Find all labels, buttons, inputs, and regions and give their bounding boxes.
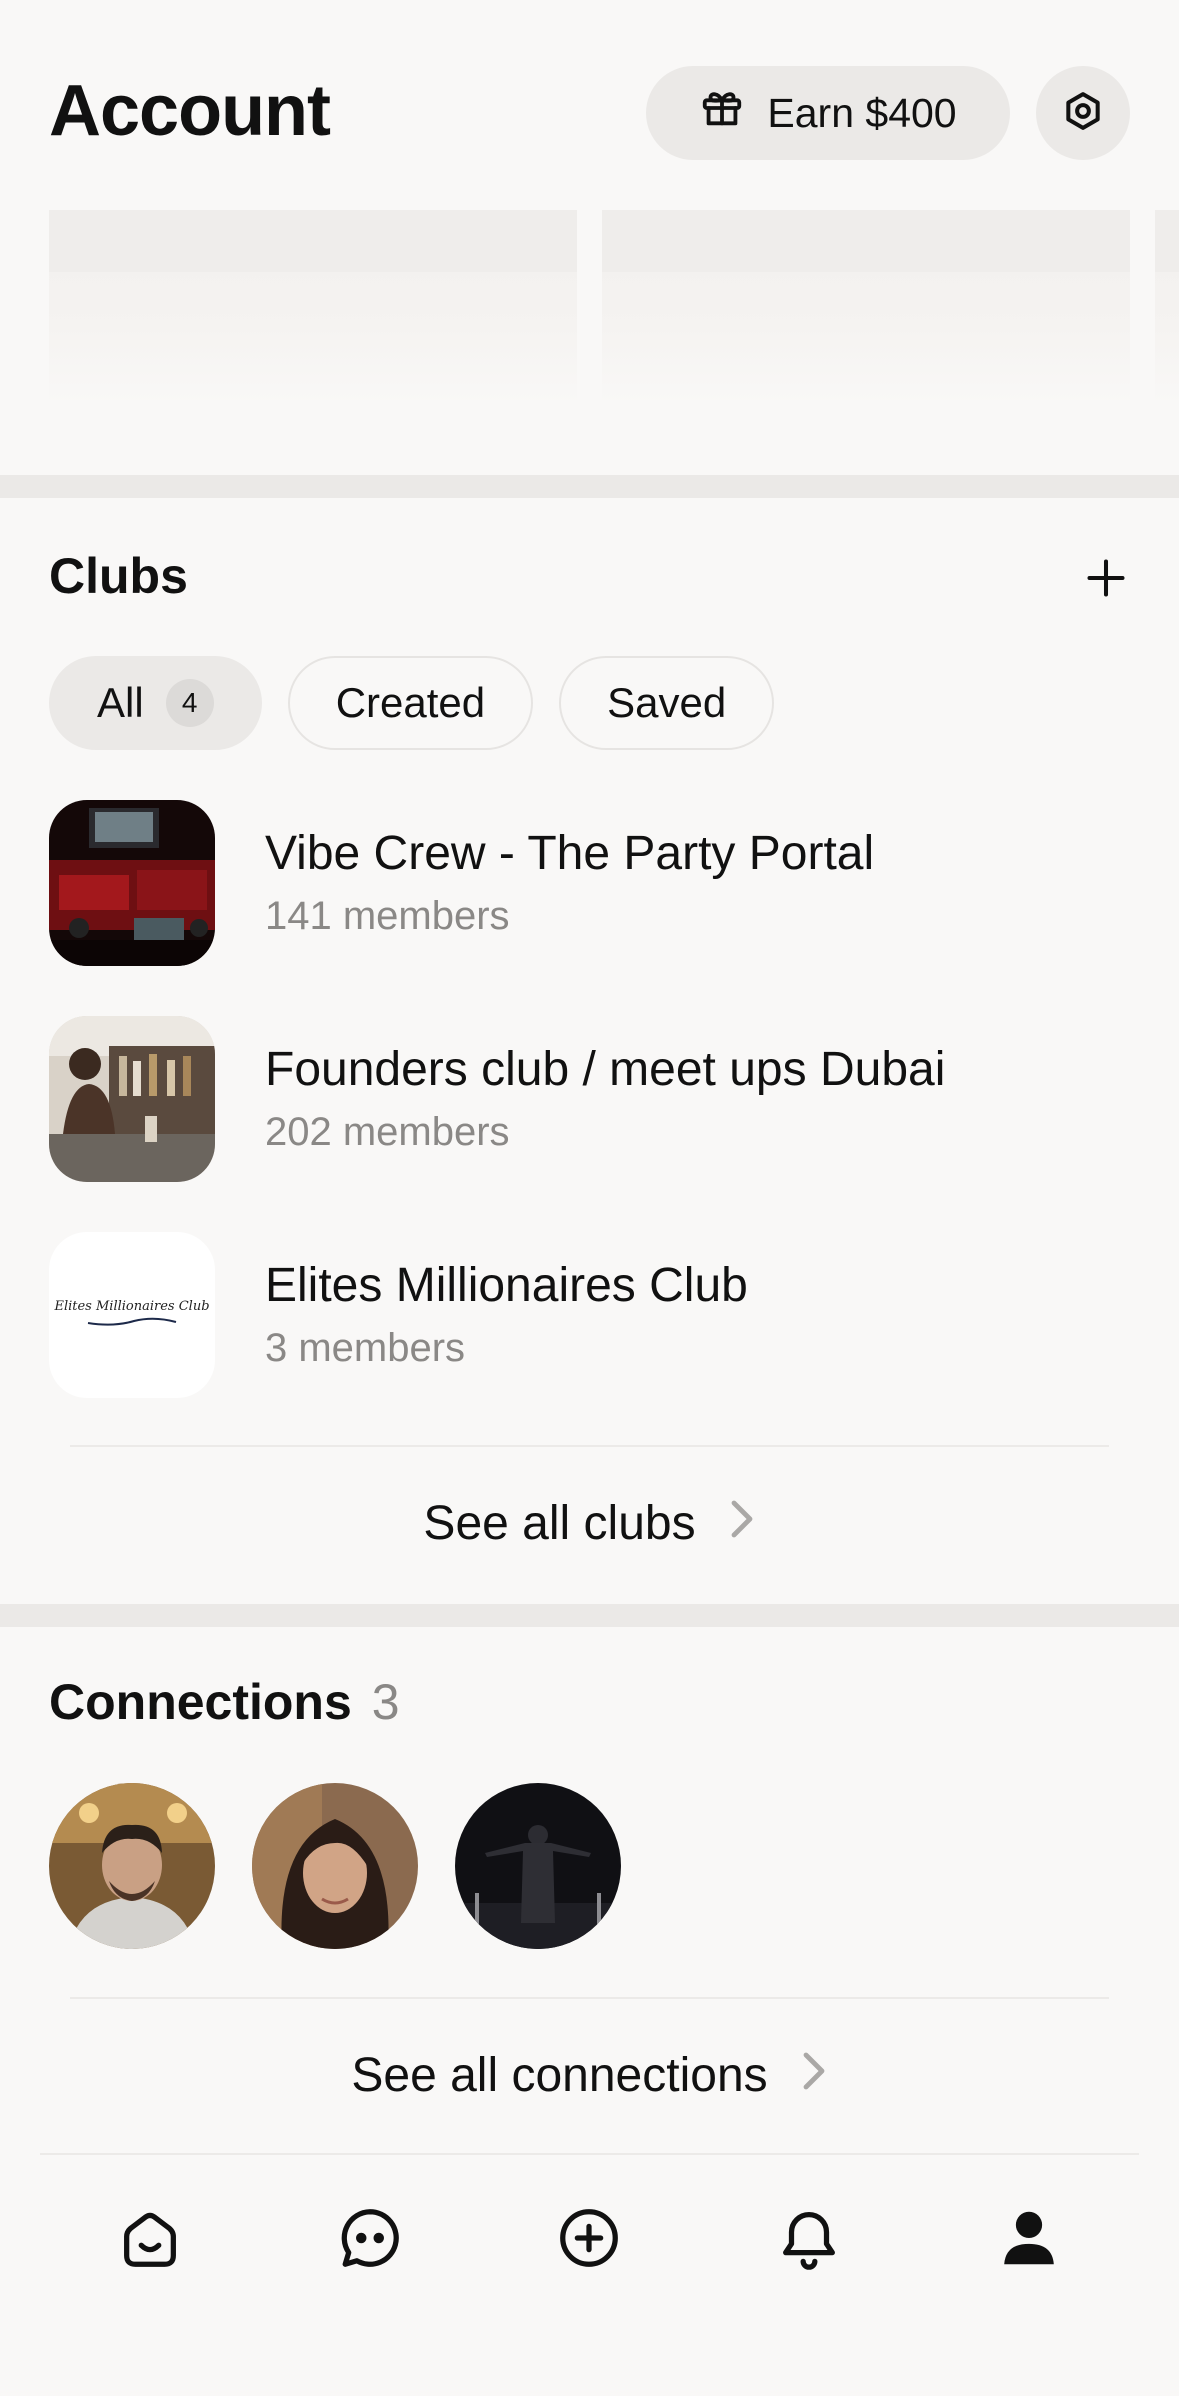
header: Account Earn $400 (0, 0, 1179, 210)
plus-icon (1084, 556, 1128, 605)
notifications-icon (774, 2203, 844, 2278)
club-filter-tabs: All 4 Created Saved (49, 656, 775, 750)
avatar[interactable] (455, 1783, 621, 1949)
club-logo: Elites Millionaires Club (49, 1232, 215, 1398)
club-list-item[interactable]: Elites Millionaires Club Elites Milliona… (49, 1232, 1139, 1402)
add-club-button[interactable] (1078, 552, 1134, 608)
bottom-tab-bar (0, 2160, 1179, 2320)
earn-button[interactable]: Earn $400 (646, 66, 1010, 160)
chevron-right-icon (802, 2048, 828, 2103)
list-divider (70, 1445, 1109, 1447)
see-all-clubs-link[interactable]: See all clubs (0, 1496, 1179, 1551)
filter-chip-label: Created (335, 679, 486, 726)
tab-profile[interactable] (959, 2160, 1099, 2320)
loading-placeholder-card (1155, 210, 1179, 405)
club-name: Founders club / meet ups Dubai (265, 1043, 946, 1096)
loading-placeholder-row (0, 210, 1179, 475)
loading-placeholder-card (602, 210, 1130, 405)
home-icon (115, 2203, 185, 2278)
chat-icon (335, 2203, 405, 2278)
club-member-count: 3 members (265, 1326, 466, 1370)
filter-chip-label: All (97, 679, 144, 726)
gift-icon (699, 85, 745, 141)
gear-icon (1061, 89, 1105, 138)
chevron-right-icon (730, 1496, 756, 1551)
page-title: Account (49, 71, 331, 151)
section-divider (0, 475, 1179, 498)
section-divider (0, 1604, 1179, 1627)
club-name: Vibe Crew - The Party Portal (265, 827, 875, 880)
loading-placeholder-card (49, 210, 577, 405)
filter-chip-all[interactable]: All 4 (49, 656, 262, 750)
tabbar-divider (40, 2153, 1139, 2155)
list-divider (70, 1997, 1109, 1999)
see-all-clubs-label: See all clubs (423, 1497, 696, 1550)
club-member-count: 202 members (265, 1110, 510, 1154)
filter-chip-created[interactable]: Created (287, 656, 534, 750)
connections-avatars (49, 1783, 621, 1949)
tab-notifications[interactable] (739, 2160, 879, 2320)
club-list-item[interactable]: Founders club / meet ups Dubai 202 membe… (49, 1016, 1139, 1186)
create-icon (554, 2203, 624, 2278)
club-thumbnail (49, 800, 215, 966)
tab-home[interactable] (80, 2160, 220, 2320)
earn-label: Earn $400 (767, 89, 957, 136)
club-member-count: 141 members (265, 894, 510, 938)
logo-swash (87, 1317, 177, 1326)
tab-create[interactable] (519, 2160, 659, 2320)
profile-icon (994, 2203, 1064, 2278)
club-thumbnail (49, 1016, 215, 1182)
filter-count-badge: 4 (165, 679, 214, 727)
club-list-item[interactable]: Vibe Crew - The Party Portal 141 members (49, 800, 1139, 970)
filter-chip-saved[interactable]: Saved (559, 656, 775, 750)
see-all-connections-label: See all connections (351, 2049, 768, 2102)
settings-button[interactable] (1036, 66, 1130, 160)
filter-chip-label: Saved (607, 679, 727, 726)
see-all-connections-link[interactable]: See all connections (0, 2048, 1179, 2103)
tab-chat[interactable] (300, 2160, 440, 2320)
connections-count: 3 (371, 1674, 400, 1730)
club-name: Elites Millionaires Club (265, 1259, 748, 1312)
connections-title-label: Connections (49, 1674, 352, 1730)
connections-title: Connections 3 (49, 1673, 400, 1731)
clubs-title: Clubs (49, 548, 188, 604)
avatar[interactable] (252, 1783, 418, 1949)
avatar[interactable] (49, 1783, 215, 1949)
club-logo-text: Elites Millionaires Club (54, 1298, 210, 1314)
